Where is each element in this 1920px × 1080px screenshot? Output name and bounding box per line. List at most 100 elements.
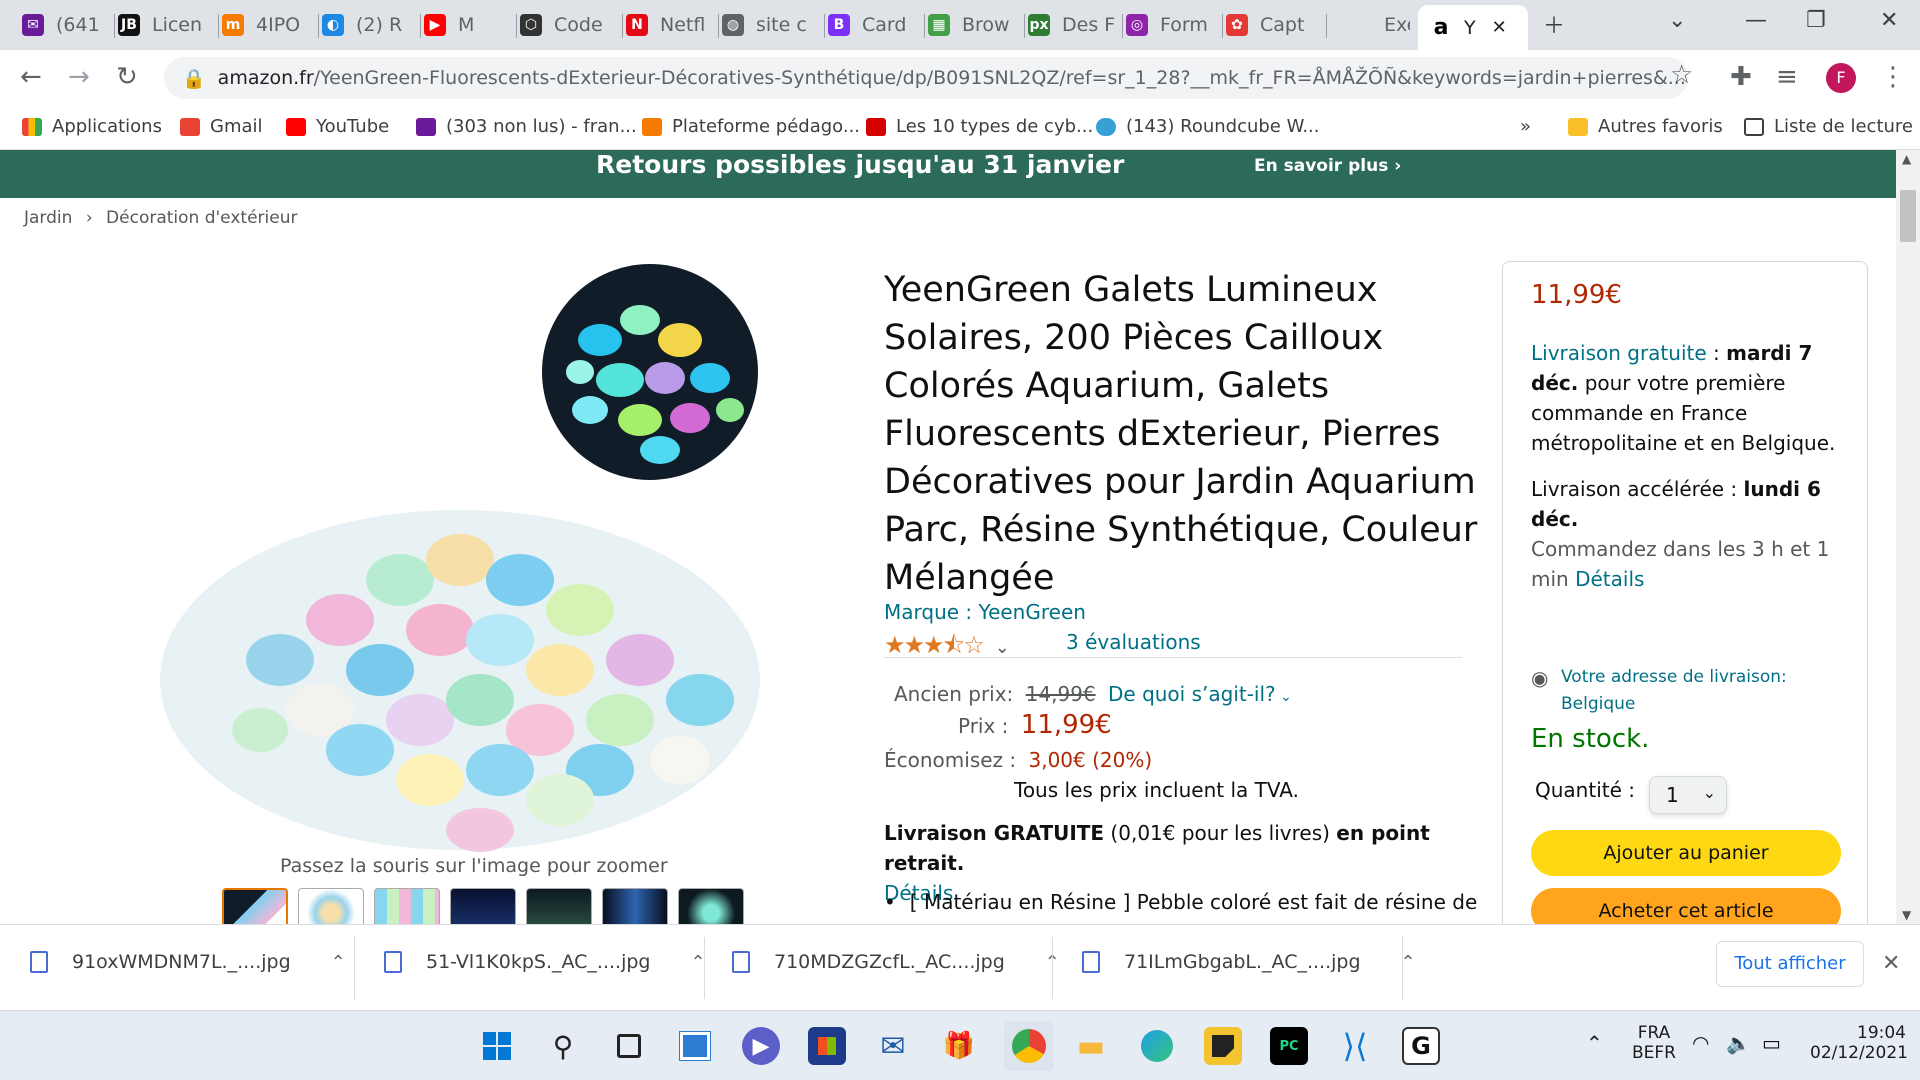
tab-search-icon[interactable]: ⌄ — [1668, 8, 1686, 33]
profile-avatar[interactable]: F — [1826, 63, 1856, 93]
tray-chevron-up-icon[interactable]: ⌃ — [1586, 1031, 1603, 1055]
language-indicator[interactable]: FRA BEFR — [1632, 1023, 1676, 1063]
download-item-2[interactable]: 51-Vl1K0kpS._AC_....jpg ⌃ — [384, 951, 706, 973]
scroll-thumb[interactable] — [1900, 190, 1916, 242]
reading-list[interactable]: Liste de lecture — [1744, 116, 1913, 137]
quantity-select[interactable]: 1 ⌄ — [1649, 776, 1727, 814]
download-item-4[interactable]: 71ILmGbgabL._AC_....jpg ⌃ — [1082, 951, 1416, 973]
gift-app-icon[interactable]: 🎁 — [940, 1027, 978, 1065]
widgets-icon[interactable] — [676, 1027, 714, 1065]
restore-button[interactable]: ❐ — [1806, 8, 1826, 33]
bookmark-other[interactable]: Autres favoris — [1568, 116, 1723, 137]
delivery-address-link[interactable]: Votre adresse de livraison: Belgique — [1561, 664, 1811, 718]
browser-tab[interactable]: ▦ Brow — [928, 7, 1020, 43]
clock[interactable]: 19:04 02/12/2021 — [1810, 1023, 1908, 1063]
product-image[interactable] — [160, 260, 780, 860]
download-item-1[interactable]: 91oxWMDNM7L._....jpg ⌃ — [30, 951, 346, 973]
free-delivery-link[interactable]: Livraison gratuite — [1531, 341, 1707, 365]
browser-tab[interactable]: Exerc — [1350, 7, 1410, 43]
extensions-icon[interactable]: ✚ — [1730, 62, 1752, 92]
volume-icon[interactable]: 🔈 — [1726, 1031, 1751, 1055]
browser-tab[interactable]: ⬡ Code — [520, 7, 618, 43]
ratings-count[interactable]: 3 évaluations — [1066, 630, 1201, 654]
chrome-icon[interactable] — [1004, 1021, 1054, 1071]
tab-title: M — [458, 14, 475, 36]
thumbnail-3[interactable] — [374, 888, 440, 924]
bookmark-star-icon[interactable]: ☆ — [1670, 60, 1693, 90]
scroll-up-icon[interactable]: ▲ — [1902, 152, 1911, 166]
chevron-up-icon[interactable]: ⌃ — [331, 952, 346, 973]
divider — [704, 937, 705, 999]
breadcrumb-decoration[interactable]: Décoration d'extérieur — [106, 208, 297, 228]
browser-tab[interactable]: ◎ Form — [1126, 7, 1218, 43]
new-tab-button[interactable]: ＋ — [1543, 8, 1565, 40]
thumbnail-7[interactable] — [678, 888, 744, 924]
browser-tab[interactable]: px Des F — [1028, 7, 1118, 43]
close-tab-icon[interactable]: ✕ — [1492, 17, 1507, 38]
close-window-button[interactable]: ✕ — [1880, 8, 1898, 33]
vscode-icon[interactable]: ⟩⟨ — [1336, 1027, 1374, 1065]
image-file-icon — [30, 951, 48, 973]
bookmark-gmail[interactable]: Gmail — [180, 116, 263, 137]
banner-link[interactable]: En savoir plus › — [1254, 156, 1401, 176]
thumbnail-6[interactable] — [602, 888, 668, 924]
menu-icon[interactable]: ⋮ — [1880, 62, 1906, 92]
edge-icon[interactable] — [1138, 1027, 1176, 1065]
browser-tab[interactable]: ◍ site c — [722, 7, 820, 43]
browser-tab[interactable]: B Card — [828, 7, 920, 43]
file-explorer-store-icon[interactable] — [808, 1027, 846, 1065]
mail-icon[interactable]: ✉ — [874, 1027, 912, 1065]
url-path: /YeenGreen-Fluorescents-dExterieur-Décor… — [313, 67, 1686, 89]
add-to-cart-button[interactable]: Ajouter au panier — [1531, 830, 1841, 876]
browser-tab[interactable]: ✉ (641 — [22, 7, 110, 43]
thumbnail-2[interactable] — [298, 888, 364, 924]
browser-tab[interactable]: JB Licen — [118, 7, 214, 43]
download-item-3[interactable]: 710MDZGZcfL._AC....jpg⌃ — [732, 951, 1060, 973]
teams-chat-icon[interactable]: ▶ — [742, 1027, 780, 1065]
bookmark-youtube[interactable]: YouTube — [286, 116, 389, 137]
folder-icon[interactable]: ▬ — [1072, 1027, 1110, 1065]
browser-tab[interactable]: a Y ✕ — [1418, 5, 1528, 50]
g-app-icon[interactable]: G — [1402, 1027, 1440, 1065]
clock-time: 19:04 — [1857, 1023, 1906, 1043]
breadcrumb-jardin[interactable]: Jardin — [24, 208, 72, 228]
address-bar[interactable]: 🔒 amazon.fr /YeenGreen-Fluorescents-dExt… — [164, 57, 1688, 99]
minimize-button[interactable]: — — [1745, 8, 1767, 33]
search-icon[interactable]: ⚲ — [544, 1027, 582, 1065]
bookmarks-overflow[interactable]: » — [1520, 116, 1531, 137]
task-view-icon[interactable] — [610, 1027, 648, 1065]
bookmark-apps[interactable]: Applications — [22, 116, 162, 137]
bookmark-cyber[interactable]: Les 10 types de cyb... — [866, 116, 1093, 137]
scroll-down-icon[interactable]: ▼ — [1902, 908, 1911, 922]
star-rating[interactable]: ★★★⯪☆ ⌄ — [884, 628, 1010, 669]
wifi-icon[interactable]: ◠ — [1692, 1031, 1709, 1055]
pycharm-icon[interactable]: PC — [1270, 1027, 1308, 1065]
fast-delivery-details-link[interactable]: Détails — [1575, 567, 1644, 591]
promo-banner[interactable]: Retours possibles jusqu'au 31 janvier En… — [0, 150, 1896, 198]
browser-tab[interactable]: ▶ M — [424, 7, 512, 43]
media-control-icon[interactable]: ≡ — [1776, 62, 1798, 92]
brand-link[interactable]: Marque : YeenGreen — [884, 600, 1086, 624]
browser-tab[interactable]: ◐ (2) R — [322, 7, 416, 43]
browser-tab[interactable]: ✿ Capt — [1226, 7, 1322, 43]
back-icon[interactable]: ← — [20, 62, 42, 92]
thumbnail-4[interactable] — [450, 888, 516, 924]
forward-icon[interactable]: → — [68, 62, 90, 92]
roundcube-icon — [1096, 117, 1116, 136]
browser-tab[interactable]: m 4IPO — [222, 7, 314, 43]
reload-icon[interactable]: ↻ — [116, 62, 138, 92]
show-all-downloads-button[interactable]: Tout afficher — [1716, 941, 1864, 987]
battery-icon[interactable]: ▭ — [1762, 1031, 1781, 1055]
buy-now-button[interactable]: Acheter cet article — [1531, 888, 1841, 924]
close-downloads-icon[interactable]: ✕ — [1882, 951, 1900, 976]
thumbnail-5[interactable] — [526, 888, 592, 924]
bookmark-roundcube[interactable]: (143) Roundcube W... — [1096, 116, 1320, 137]
page-scrollbar[interactable]: ▲ ▼ — [1896, 150, 1920, 924]
bookmark-mail[interactable]: (303 non lus) - fran... — [416, 116, 637, 137]
sticky-notes-icon[interactable] — [1204, 1027, 1242, 1065]
bookmark-platform[interactable]: Plateforme pédago... — [642, 116, 860, 137]
browser-tab[interactable]: N Netfl — [626, 7, 714, 43]
thumbnail-1[interactable] — [222, 888, 288, 924]
start-icon[interactable] — [478, 1027, 516, 1065]
whats-this-link[interactable]: De quoi s’agit-il? — [1108, 682, 1276, 706]
